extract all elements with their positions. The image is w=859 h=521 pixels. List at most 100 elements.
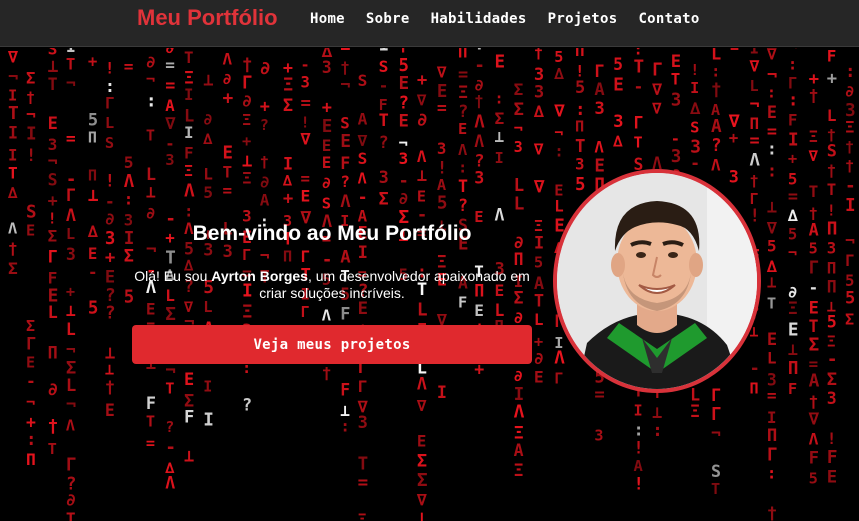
svg-text:F: F: [827, 447, 838, 468]
view-projects-button[interactable]: Veja meus projetos: [132, 325, 532, 364]
nav-link-sobre[interactable]: Sobre: [366, 11, 410, 27]
svg-text:3: 3: [613, 112, 623, 132]
svg-text:Γ: Γ: [301, 247, 311, 266]
svg-text:=: =: [358, 473, 369, 493]
svg-text:Ξ: Ξ: [827, 332, 836, 350]
svg-text:=: =: [66, 129, 76, 148]
svg-text:Ξ: Ξ: [690, 402, 700, 421]
svg-text:5: 5: [788, 225, 797, 243]
svg-text:3: 3: [514, 138, 523, 156]
nav-links: Home Sobre Habilidades Projetos Contato: [310, 11, 721, 27]
svg-text:?: ?: [165, 418, 174, 436]
svg-text:S: S: [105, 134, 114, 152]
svg-text::: :: [767, 139, 777, 158]
svg-text:!: !: [750, 206, 761, 226]
svg-text:⊥: ⊥: [767, 273, 777, 292]
brand-logo[interactable]: Meu Portfólio: [137, 5, 278, 31]
hero-title: Bem-vindo ao Meu Portfólio: [192, 222, 472, 245]
svg-text:I: I: [203, 377, 212, 395]
svg-text:Λ: Λ: [66, 205, 76, 225]
svg-text:⊥: ⊥: [66, 301, 76, 320]
svg-text:5: 5: [827, 313, 837, 332]
svg-text:Σ: Σ: [514, 100, 524, 120]
svg-text:3: 3: [575, 155, 585, 174]
svg-text:⊥: ⊥: [417, 508, 427, 521]
svg-text:T: T: [809, 182, 819, 201]
svg-text:†: †: [322, 364, 332, 383]
svg-text:E: E: [26, 354, 35, 372]
svg-text:3: 3: [358, 413, 368, 433]
svg-text:∇: ∇: [357, 131, 368, 150]
svg-text:5: 5: [88, 110, 98, 130]
svg-text::: :: [652, 420, 663, 441]
svg-text:Ξ: Ξ: [458, 83, 468, 103]
svg-text:†: †: [340, 58, 350, 77]
svg-text:L: L: [767, 348, 777, 367]
svg-text:E: E: [340, 131, 351, 152]
svg-text:Λ: Λ: [417, 147, 427, 166]
svg-text:3: 3: [399, 149, 409, 168]
svg-text:3: 3: [671, 147, 682, 167]
svg-text:Σ: Σ: [417, 452, 427, 472]
svg-text:?: ?: [399, 94, 409, 114]
svg-text:†: †: [26, 88, 35, 106]
nav-link-home[interactable]: Home: [310, 11, 345, 27]
svg-text:Γ: Γ: [809, 259, 820, 279]
svg-text:E: E: [594, 157, 605, 177]
svg-text:∇: ∇: [766, 48, 777, 64]
svg-text:Λ: Λ: [358, 170, 367, 188]
svg-text:∇: ∇: [533, 177, 545, 197]
svg-text:†: †: [711, 81, 722, 101]
svg-text:†: †: [105, 377, 115, 397]
svg-text:E: E: [322, 117, 333, 137]
svg-text:Σ: Σ: [26, 317, 35, 335]
svg-text:⊥: ⊥: [105, 361, 114, 379]
svg-text:Λ: Λ: [750, 151, 761, 171]
svg-text::: :: [26, 430, 36, 450]
svg-text:†: †: [809, 392, 819, 411]
svg-text:¬: ¬: [554, 124, 563, 142]
svg-text:∇: ∇: [808, 410, 820, 430]
svg-text:†: †: [48, 416, 59, 437]
svg-text:L: L: [750, 77, 759, 95]
svg-text:Π: Π: [575, 117, 584, 135]
svg-text:∂: ∂: [534, 349, 544, 368]
svg-text:∂: ∂: [417, 111, 428, 131]
svg-text:¬: ¬: [750, 94, 760, 114]
nav-link-contato[interactable]: Contato: [638, 11, 699, 27]
svg-text:⊥: ⊥: [184, 446, 194, 466]
svg-text:∇: ∇: [436, 62, 447, 81]
svg-text:Σ: Σ: [495, 109, 505, 128]
svg-text:∂: ∂: [223, 70, 232, 88]
svg-text:Γ: Γ: [48, 247, 58, 267]
svg-text:+: +: [88, 51, 97, 70]
nav-link-habilidades[interactable]: Habilidades: [431, 11, 527, 27]
svg-text:+: +: [322, 97, 332, 117]
svg-text:Γ: Γ: [594, 61, 604, 81]
svg-text:¬: ¬: [340, 75, 350, 95]
svg-text:Γ: Γ: [26, 335, 36, 355]
svg-text:¬: ¬: [514, 120, 523, 138]
developer-name: Ayrton Borges: [211, 268, 308, 284]
svg-text:E: E: [26, 221, 35, 239]
profile-photo: [557, 173, 757, 389]
svg-text:Λ: Λ: [223, 49, 233, 68]
svg-text::: :: [146, 90, 157, 111]
svg-text:?: ?: [711, 136, 722, 156]
svg-text:I: I: [767, 408, 777, 427]
svg-text:3: 3: [301, 74, 310, 92]
svg-text:5: 5: [399, 56, 409, 76]
svg-text:L: L: [729, 48, 739, 55]
svg-text:L: L: [203, 165, 213, 184]
svg-text:E: E: [788, 320, 799, 340]
svg-text:∇: ∇: [651, 80, 662, 99]
nav-link-projetos[interactable]: Projetos: [548, 11, 618, 27]
svg-text:⊥: ⊥: [146, 183, 156, 202]
svg-text:Π: Π: [283, 248, 292, 266]
svg-text:I: I: [184, 123, 194, 142]
svg-text::: :: [474, 48, 484, 54]
svg-text:Λ: Λ: [474, 132, 484, 151]
svg-text:=: =: [788, 186, 798, 206]
svg-text:=: =: [146, 434, 155, 452]
svg-text:I: I: [358, 243, 368, 263]
